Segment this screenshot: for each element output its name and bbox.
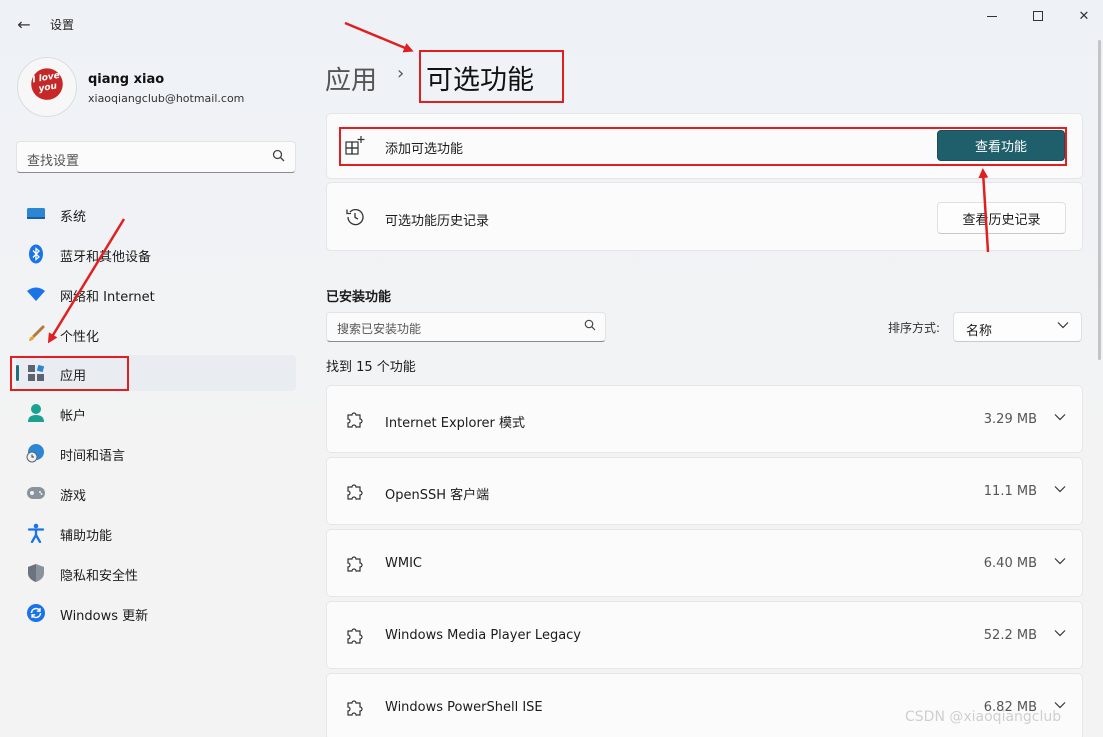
app-title: 设置 [50, 18, 75, 32]
feature-item[interactable]: OpenSSH 客户端 11.1 MB [326, 457, 1083, 525]
search-icon [584, 319, 596, 334]
sidebar-item-time-language[interactable]: 时间和语言 [16, 435, 296, 471]
back-arrow-icon: ← [17, 14, 31, 34]
feature-item[interactable]: Internet Explorer 模式 3.29 MB [326, 385, 1083, 453]
gamepad-icon [26, 483, 46, 503]
sort-dropdown[interactable]: 名称 [953, 312, 1082, 342]
shield-icon [26, 563, 46, 583]
feature-name: Internet Explorer 模式 [385, 416, 526, 431]
puzzle-icon [345, 409, 365, 434]
avatar-text: I love you [31, 70, 61, 95]
sidebar-item-label: 帐户 [60, 409, 87, 424]
sidebar-item-label: 隐私和安全性 [60, 569, 139, 584]
installed-search-placeholder: 搜索已安装功能 [337, 322, 422, 336]
monitor-icon [26, 204, 46, 224]
maximize-icon [1033, 11, 1043, 21]
user-email: xiaoqiangclub@hotmail.com [88, 92, 245, 105]
feature-item[interactable]: Windows PowerShell ISE 6.82 MB [326, 673, 1083, 737]
sidebar-item-label: 个性化 [60, 330, 100, 345]
annotation-box-title [419, 50, 564, 103]
puzzle-icon [345, 697, 365, 722]
breadcrumb-separator: › [397, 63, 405, 84]
sidebar-item-gaming[interactable]: 游戏 [16, 475, 296, 511]
feature-size: 52.2 MB [983, 628, 1037, 643]
feature-item[interactable]: WMIC 6.40 MB [326, 529, 1083, 597]
sort-value: 名称 [966, 324, 993, 339]
scrollbar[interactable] [1098, 40, 1101, 360]
history-label: 可选功能历史记录 [385, 214, 490, 229]
watermark: CSDN @xiaoqiangclub [905, 709, 1062, 725]
sidebar-item-privacy[interactable]: 隐私和安全性 [16, 555, 296, 591]
settings-search-placeholder: 查找设置 [27, 154, 80, 169]
found-count: 找到 15 个功能 [326, 360, 416, 375]
sidebar-item-label: 游戏 [60, 489, 87, 504]
sidebar-item-label: 蓝牙和其他设备 [60, 250, 152, 265]
puzzle-icon [345, 481, 365, 506]
chevron-down-icon[interactable] [1054, 410, 1066, 424]
chevron-down-icon[interactable] [1054, 554, 1066, 568]
sidebar-item-network[interactable]: 网络和 Internet [16, 276, 296, 312]
sidebar-item-bluetooth[interactable]: 蓝牙和其他设备 [16, 236, 296, 272]
sidebar-item-label: 时间和语言 [60, 449, 126, 464]
sidebar-item-accessibility[interactable]: 辅助功能 [16, 515, 296, 551]
minimize-button[interactable] [969, 0, 1015, 32]
settings-window: ← 设置 ✕ I love you qiang xiao xiaoqiangcl… [0, 0, 1103, 737]
title-bar: ← 设置 ✕ [0, 0, 1103, 46]
brush-icon [26, 324, 46, 344]
sidebar-item-accounts[interactable]: 帐户 [16, 395, 296, 431]
puzzle-icon [345, 553, 365, 578]
sidebar-item-personalization[interactable]: 个性化 [16, 316, 296, 352]
chevron-down-icon [1057, 319, 1069, 332]
search-icon [272, 149, 285, 166]
account-icon [26, 403, 46, 423]
sort-label: 排序方式: [888, 321, 941, 335]
installed-features-title: 已安装功能 [326, 290, 392, 305]
sidebar-item-label: 辅助功能 [60, 529, 113, 544]
wifi-icon [26, 284, 46, 304]
feature-size: 6.40 MB [983, 556, 1037, 571]
history-icon [345, 207, 365, 232]
view-history-button[interactable]: 查看历史记录 [937, 202, 1066, 234]
sidebar-item-windows-update[interactable]: Windows 更新 [16, 595, 296, 631]
annotation-box-apps [10, 356, 129, 391]
chevron-down-icon[interactable] [1054, 482, 1066, 496]
bluetooth-icon [26, 244, 46, 264]
user-name: qiang xiao [88, 72, 165, 87]
puzzle-icon [345, 625, 365, 650]
feature-name: Windows Media Player Legacy [385, 628, 581, 643]
annotation-box-add-feature [339, 127, 1067, 166]
history-card: 可选功能历史记录 查看历史记录 [326, 182, 1083, 251]
feature-item[interactable]: Windows Media Player Legacy 52.2 MB [326, 601, 1083, 669]
maximize-button[interactable] [1015, 0, 1061, 32]
minimize-icon [987, 15, 997, 17]
feature-name: WMIC [385, 556, 422, 571]
installed-search-input[interactable]: 搜索已安装功能 [326, 312, 606, 342]
feature-name: Windows PowerShell ISE [385, 700, 543, 715]
avatar[interactable]: I love you [17, 57, 77, 117]
sidebar-item-label: 系统 [60, 210, 87, 225]
feature-size: 3.29 MB [983, 412, 1037, 427]
back-button[interactable]: ← [10, 10, 38, 38]
accessibility-icon [26, 523, 46, 543]
sidebar-item-system[interactable]: 系统 [16, 196, 296, 232]
sidebar-item-label: Windows 更新 [60, 609, 149, 624]
globe-clock-icon [26, 443, 46, 463]
settings-search-input[interactable]: 查找设置 [16, 141, 296, 173]
close-icon: ✕ [1078, 8, 1090, 24]
chevron-down-icon[interactable] [1054, 626, 1066, 640]
feature-size: 11.1 MB [983, 484, 1037, 499]
feature-name: OpenSSH 客户端 [385, 488, 490, 503]
sidebar-item-label: 网络和 Internet [60, 290, 155, 305]
update-icon [26, 603, 46, 623]
breadcrumb-parent[interactable]: 应用 [325, 60, 377, 97]
close-button[interactable]: ✕ [1061, 0, 1103, 32]
